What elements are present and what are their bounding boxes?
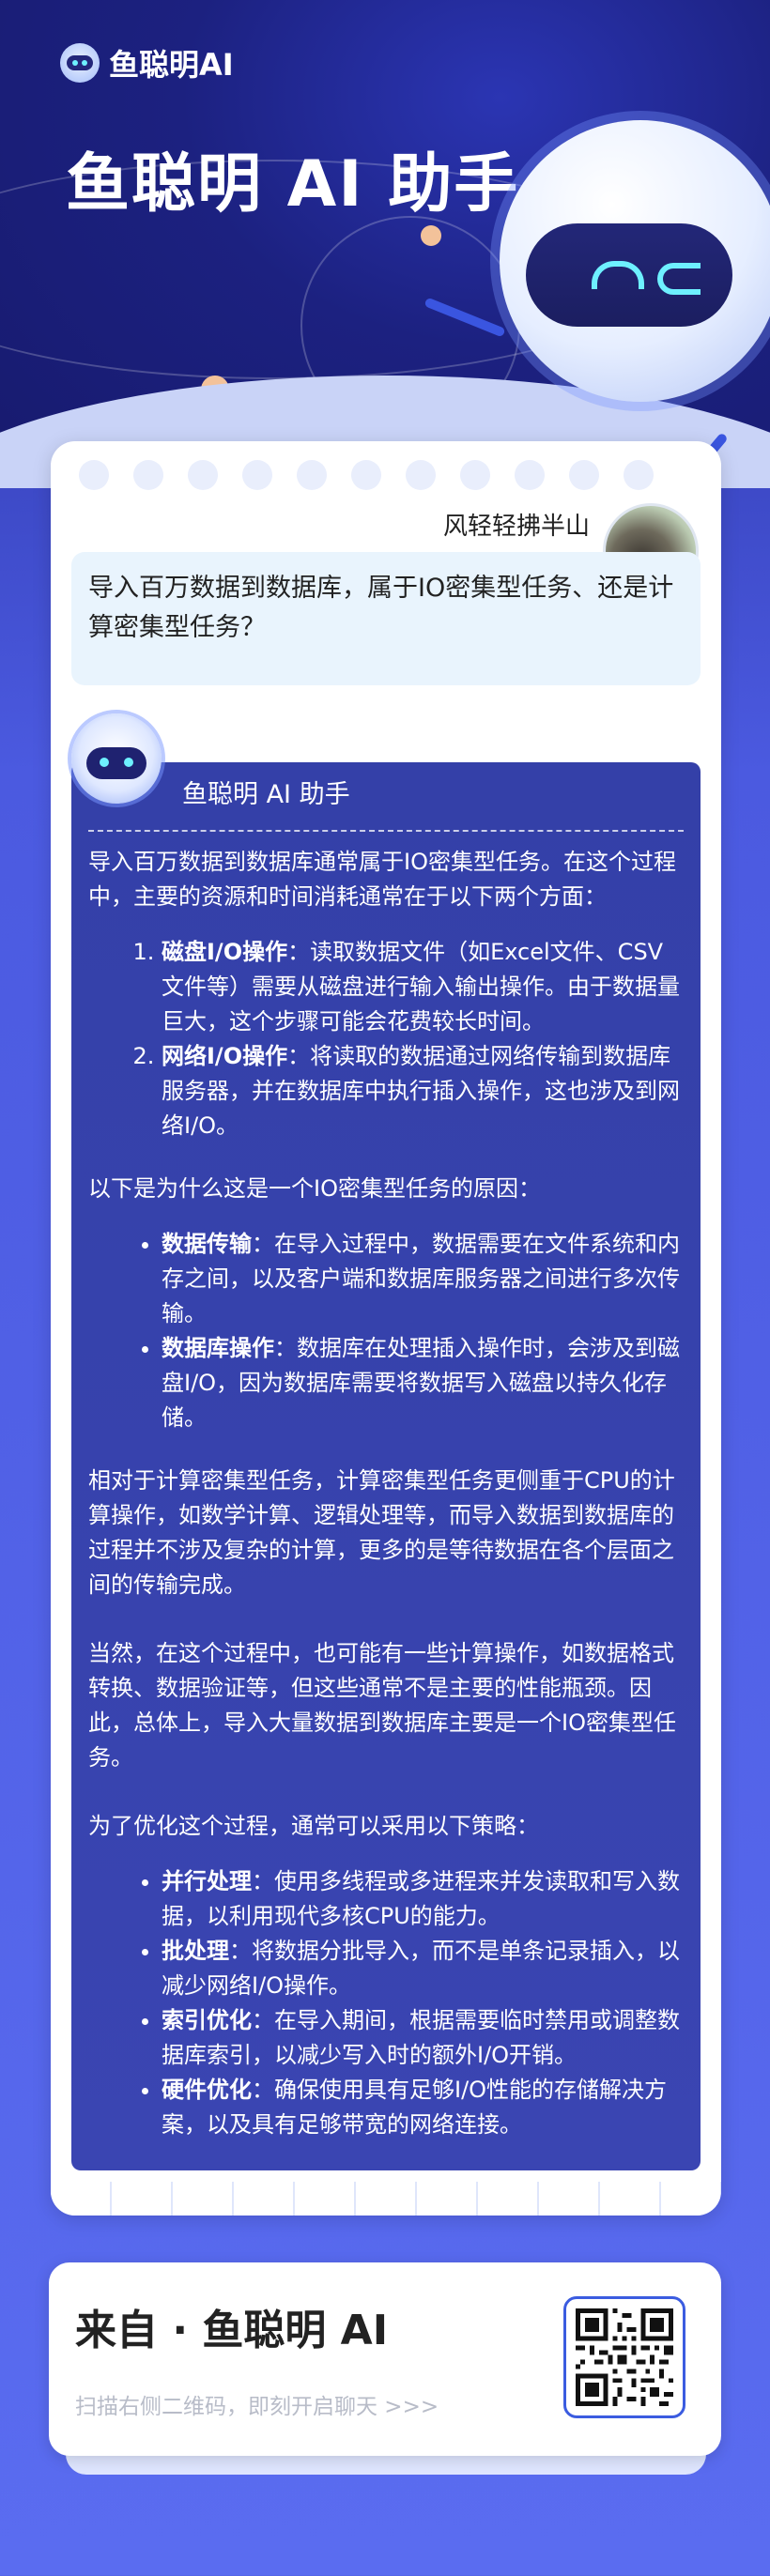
page-title: 鱼聪明 AI 助手 [66, 147, 520, 222]
list-item: 硬件优化：确保使用具有足够I/O性能的存储解决方案，以及具有足够带宽的网络连接。 [162, 2073, 684, 2142]
list-item: 网络I/O操作：将读取的数据通过网络传输到数据库服务器，并在数据库中执行插入操作… [162, 1039, 684, 1143]
answer-paragraph: 以下是为什么这是一个IO密集型任务的原因： [88, 1175, 541, 1202]
card-decor-lines [51, 2182, 721, 2216]
answer-bubble: 鱼聪明 AI 助手 导入百万数据到数据库通常属于IO密集型任务。在这个过程中，主… [71, 762, 701, 2170]
bot-avatar-icon [71, 713, 162, 804]
divider [88, 830, 684, 832]
list-item: 数据库操作：数据库在处理插入操作时，会涉及到磁盘I/O，因为数据库需要将数据写入… [162, 1331, 684, 1435]
user-name: 风轻轻拂半山 [442, 513, 590, 541]
answer-paragraph: 为了优化这个过程，通常可以采用以下策略： [88, 1813, 539, 1839]
bullet-list: 数据传输：在导入过程中，数据需要在文件系统和内存之间，以及客户端和数据库服务器之… [88, 1227, 684, 1435]
answer-body: 导入百万数据到数据库通常属于IO密集型任务。在这个过程中，主要的资源和时间消耗通… [88, 845, 684, 2170]
qr-code-icon[interactable] [563, 2296, 685, 2418]
bot-name: 鱼聪明 AI 助手 [182, 780, 350, 809]
chat-card: 风轻轻拂半山 导入百万数据到数据库，属于IO密集型任务、还是计算密集型任务？ 鱼… [51, 441, 721, 2216]
list-item: 批处理：将数据分批导入，而不是单条记录插入，以减少网络I/O操作。 [162, 1934, 684, 2003]
list-item: 索引优化：在导入期间，根据需要临时禁用或调整数据库索引，以减少写入时的额外I/O… [162, 2003, 684, 2073]
footer-card: 来自 · 鱼聪明 AI 扫描右侧二维码，即刻开启聊天 >>> [49, 2262, 721, 2456]
answer-paragraph: 导入百万数据到数据库通常属于IO密集型任务。在这个过程中，主要的资源和时间消耗通… [88, 849, 676, 910]
list-item: 磁盘I/O操作：读取数据文件（如Excel文件、CSV文件等）需要从磁盘进行输入… [162, 935, 684, 1039]
footer-subtitle: 扫描右侧二维码，即刻开启聊天 >>> [75, 2395, 439, 2419]
card-decor-dots [51, 460, 721, 498]
question-bubble: 导入百万数据到数据库，属于IO密集型任务、还是计算密集型任务？ [71, 552, 701, 685]
brand-name: 鱼聪明AI [109, 47, 234, 83]
brand: 鱼聪明AI [60, 41, 234, 84]
bullet-list: 并行处理：使用多线程或多进程来并发读取和写入数据，以利用现代多核CPU的能力。 … [88, 1864, 684, 2142]
ordered-list: 磁盘I/O操作：读取数据文件（如Excel文件、CSV文件等）需要从磁盘进行输入… [88, 935, 684, 1143]
footer-title: 来自 · 鱼聪明 AI [75, 2307, 389, 2354]
mascot-icon [424, 111, 770, 503]
brand-logo-icon [60, 43, 100, 83]
list-item: 数据传输：在导入过程中，数据需要在文件系统和内存之间，以及客户端和数据库服务器之… [162, 1227, 684, 1331]
list-item: 并行处理：使用多线程或多进程来并发读取和写入数据，以利用现代多核CPU的能力。 [162, 1864, 684, 1934]
answer-paragraph: 相对于计算密集型任务，计算密集型任务更侧重于CPU的计算操作，如数学计算、逻辑处… [88, 1467, 675, 1598]
decor-dot [421, 225, 441, 246]
answer-paragraph: 当然，在这个过程中，也可能有一些计算操作，如数据格式转换、数据验证等，但这些通常… [88, 1640, 676, 1771]
